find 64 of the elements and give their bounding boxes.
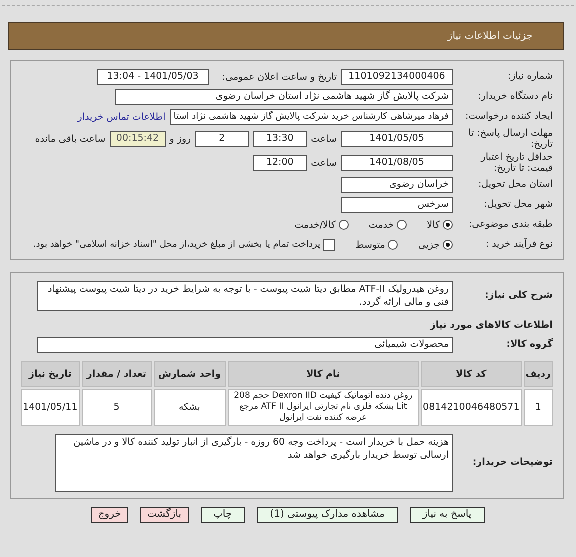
field-label: شهر محل تحویل: xyxy=(483,199,554,211)
field-label: مهلت ارسال پاسخ: تا تاریخ: xyxy=(468,128,554,150)
time-label: ساعت xyxy=(311,134,337,144)
field-label: گروه کالا: xyxy=(506,339,554,351)
radio-label: کالا/خدمت xyxy=(294,220,336,230)
form-button[interactable]: مشاهده مدارک پیوستی (1) xyxy=(257,507,398,523)
remaining-label: ساعت باقی مانده xyxy=(35,134,106,144)
need-number-field: 1101092134000406 xyxy=(341,69,453,85)
summary-field: روغن هیدرولیک ATF-II مطابق دیتا شیت پیوست - با توجه به شرایط خرید در دیتا شیت پیوست پیشنهاد فنی و مالی ارائه گردد. xyxy=(37,281,453,311)
field-label: تاریخ و ساعت اعلان عمومی: xyxy=(221,72,337,82)
validity-date-field: 1401/08/05 xyxy=(341,155,453,171)
radio-button[interactable] xyxy=(397,220,408,230)
field-label: نام دستگاه خریدار: xyxy=(477,91,554,103)
column-header: نام کالا xyxy=(228,361,420,387)
table-cell: 1 xyxy=(524,389,553,426)
column-header: کد کالا xyxy=(421,361,522,387)
field-label: شماره نیاز: xyxy=(506,71,554,83)
goods-group-field: محصولات شیمیائی xyxy=(37,337,453,353)
deadline-date-field: 1401/05/05 xyxy=(341,131,453,147)
column-header: ردیف xyxy=(524,361,553,387)
radio-label: متوسط xyxy=(355,240,386,250)
radio-label: کالا xyxy=(427,220,440,230)
field-label: نوع فرآیند خرید : xyxy=(484,239,554,251)
field-label: ایجاد کننده درخواست: xyxy=(464,111,554,123)
table-cell: بشکه xyxy=(154,389,226,426)
radio-button[interactable] xyxy=(443,220,453,230)
radio-button[interactable] xyxy=(338,220,349,230)
province-field: خراسان رضوی xyxy=(341,177,453,193)
validity-time-field: 12:00 xyxy=(253,155,308,171)
checkbox[interactable] xyxy=(323,239,336,251)
column-header: تعداد / مقدار xyxy=(82,361,152,387)
time-label: ساعت xyxy=(311,158,337,168)
table-cell: 5 xyxy=(82,389,152,426)
field-label: طبقه بندی موضوعی: xyxy=(468,219,554,231)
radio-button[interactable] xyxy=(388,240,398,250)
field-label: توضیحات خریدار: xyxy=(472,457,554,469)
field-label: شرح کلی نیاز: xyxy=(484,290,554,302)
column-header: واحد شمارش xyxy=(154,361,226,387)
radio-button[interactable] xyxy=(443,240,453,250)
remaining-time-field: 00:15:42 xyxy=(110,131,166,147)
column-header: تاریخ نیاز xyxy=(21,361,80,387)
announce-date-field: 1401/05/03 - 13:04 xyxy=(97,69,209,85)
form-button[interactable]: پاسخ به نیاز xyxy=(410,507,485,523)
radio-label: جزیی xyxy=(418,240,440,250)
deadline-time-field: 13:30 xyxy=(253,131,308,147)
days-field: 2 xyxy=(195,131,250,147)
table-cell: 0814210046480571 xyxy=(421,389,522,426)
city-field: سرخس xyxy=(341,197,453,213)
radio-label: خدمت xyxy=(368,220,394,230)
table-cell: 1401/05/11 xyxy=(21,389,80,426)
header-title: جزئیات اطلاعات نیاز xyxy=(448,30,533,42)
form-button[interactable]: بازگشت xyxy=(140,507,188,523)
buyer-contact-link[interactable]: اطلاعات تماس خریدار xyxy=(78,112,166,122)
buyer-field: شرکت پالایش گاز شهید هاشمی نژاد استان خراسان رضوی xyxy=(115,89,453,105)
requester-field: فرهاد میرشاهی کارشناس خرید شرکت پالایش گاز شهید هاشمی نژاد استا xyxy=(170,109,453,125)
days-label: روز و xyxy=(170,134,192,144)
table-cell: روغن دنده اتوماتیک کیفیت Dexron IID حجم 208 Lit بشکه فلزی نام تجارتی ایرانول ATF II مرجع عرضه کننده نفت ایرانول xyxy=(228,389,420,426)
field-label: حداقل تاریخ اعتبار قیمت: تا تاریخ: xyxy=(480,152,554,174)
checkbox-label: پرداخت تمام یا بخشی از مبلغ خرید،از محل "اسناد خزانه اسلامی" خواهد بود. xyxy=(33,240,320,250)
field-label: استان محل تحویل: xyxy=(477,179,554,191)
buyer-notes-field: هزینه حمل با خریدار است - پرداخت وجه 60 روزه - بارگیری از انبار تولید کننده کالا و در ماشین ارسالی توسط خریدار بارگیری خواهد شد xyxy=(55,434,453,492)
section-title: اطلاعات کالاهای مورد نیاز xyxy=(430,320,554,330)
form-button[interactable]: چاپ xyxy=(200,507,246,523)
form-button[interactable]: خروج xyxy=(91,507,128,523)
